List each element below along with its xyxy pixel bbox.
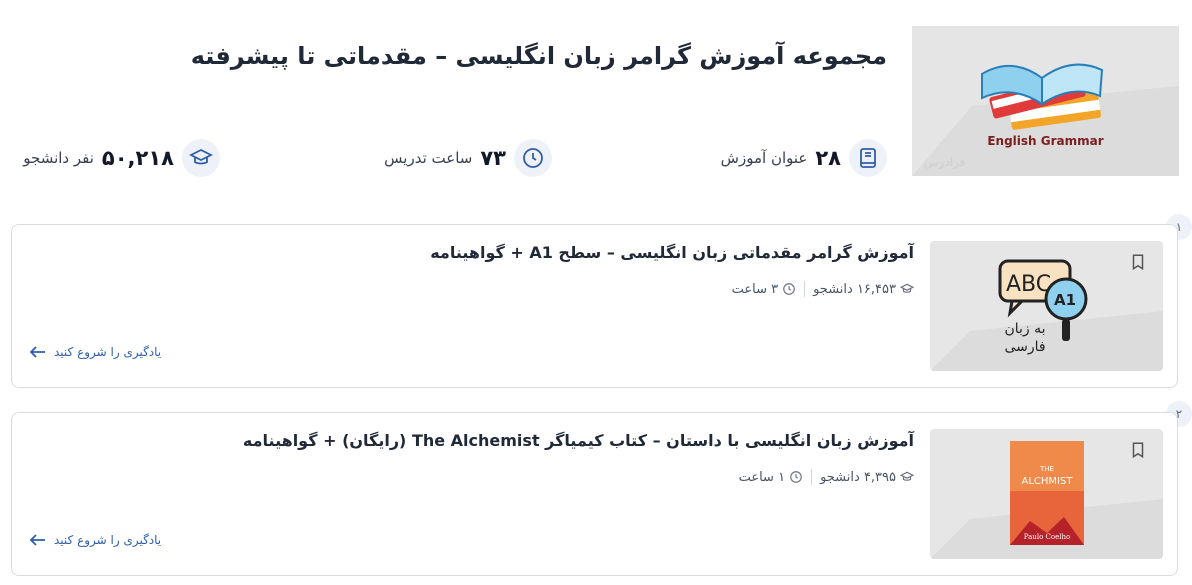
lessons-label: عنوان آموزش — [720, 149, 808, 167]
bookmark-icon[interactable] — [1129, 253, 1147, 271]
duration-meta: ۳ ساعت — [732, 282, 797, 297]
stat-hours: ۷۳ ساعت تدریس — [384, 138, 552, 178]
clock-icon — [783, 283, 795, 295]
svg-text:THE: THE — [1039, 465, 1054, 473]
thumbnail-caption: English Grammar — [987, 134, 1104, 148]
svg-text:ABC: ABC — [1006, 272, 1051, 297]
course-thumbnail[interactable]: ABC A1 به زبان فارسی — [930, 241, 1163, 371]
hours-count: ۷۳ — [480, 146, 506, 170]
course-card[interactable]: THE ALCHMIST Paulo Coelho آموزش زبان انگ… — [11, 412, 1178, 576]
start-learning-link[interactable]: یادگیری را شروع کنید — [30, 533, 161, 547]
start-learning-link[interactable]: یادگیری را شروع کنید — [30, 345, 161, 359]
meta-divider — [804, 281, 806, 297]
graduation-cap-icon — [182, 139, 220, 177]
clock-icon — [790, 471, 802, 483]
svg-text:ALCHMIST: ALCHMIST — [1022, 476, 1074, 487]
collection-thumbnail: فرادرس English Grammar — [912, 26, 1179, 176]
course-card[interactable]: ABC A1 به زبان فارسی آموزش گرامر مقدماتی… — [11, 224, 1178, 388]
grammar-books-illustration: فرادرس — [912, 63, 1179, 176]
clock-icon — [514, 139, 552, 177]
students-meta: ۴,۳۹۵ دانشجو — [820, 470, 914, 485]
svg-text:به زبان: به زبان — [1004, 321, 1045, 337]
page-title: مجموعه آموزش گرامر زبان انگلیسی – مقدمات… — [190, 42, 887, 70]
students-meta: ۱۶,۴۵۳ دانشجو — [813, 282, 914, 297]
course-meta: ۴,۳۹۵ دانشجو ۱ ساعت — [739, 469, 914, 485]
svg-text:A1: A1 — [1054, 291, 1076, 309]
meta-divider — [811, 469, 813, 485]
book-icon — [849, 139, 887, 177]
course-meta: ۱۶,۴۵۳ دانشجو ۳ ساعت — [732, 281, 914, 297]
svg-text:فرادرس: فرادرس — [924, 155, 965, 170]
course-title[interactable]: آموزش گرامر مقدماتی زبان انگلیسی – سطح A… — [430, 243, 914, 262]
svg-text:فارسی: فارسی — [1004, 339, 1045, 355]
graduation-cap-icon — [900, 471, 914, 481]
bookmark-icon[interactable] — [1129, 441, 1147, 459]
graduation-cap-icon — [900, 283, 914, 293]
stat-lessons: ۲۸ عنوان آموزش — [721, 138, 887, 178]
students-count: ۵۰,۲۱۸ — [101, 146, 174, 170]
course-thumbnail[interactable]: THE ALCHMIST Paulo Coelho — [930, 429, 1163, 559]
duration-meta: ۱ ساعت — [739, 470, 804, 485]
course-title[interactable]: آموزش زبان انگلیسی با داستان – کتاب کیمی… — [243, 431, 914, 450]
students-label: نفر دانشجو — [23, 149, 94, 167]
svg-text:Paulo Coelho: Paulo Coelho — [1024, 533, 1070, 541]
stat-students: ۵۰,۲۱۸ نفر دانشجو — [23, 138, 220, 178]
hours-label: ساعت تدریس — [384, 149, 473, 167]
lessons-count: ۲۸ — [815, 146, 841, 170]
arrow-left-icon — [30, 534, 45, 546]
arrow-left-icon — [30, 346, 45, 358]
